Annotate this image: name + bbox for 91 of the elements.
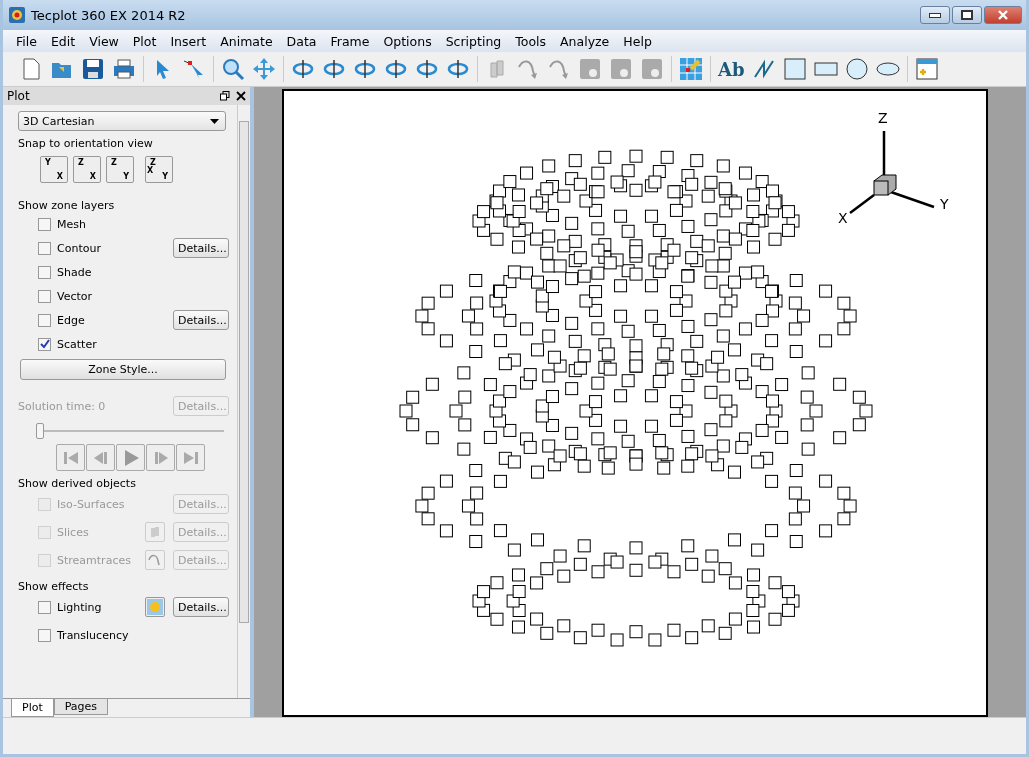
app-logo-icon	[9, 7, 25, 23]
checkbox[interactable]	[38, 265, 51, 279]
menu-item[interactable]: Scripting	[438, 33, 509, 49]
menu-item[interactable]: Insert	[163, 33, 214, 49]
move-icon[interactable]	[252, 57, 276, 81]
probe-icon[interactable]	[679, 57, 703, 81]
checkbox-label: Shade	[57, 265, 93, 279]
checkbox-label: Streamtraces	[57, 553, 132, 567]
menu-item[interactable]: View	[82, 33, 126, 49]
menu-item[interactable]: Plot	[125, 33, 164, 49]
rotate-icon[interactable]	[353, 57, 377, 81]
z-axis-label: Z	[878, 110, 888, 126]
caret-icon	[210, 118, 219, 124]
rotate-icon[interactable]	[291, 57, 315, 81]
solution-time-label: Solution time: 0	[18, 399, 107, 413]
checkbox-label: Contour	[57, 241, 102, 255]
close-icon	[997, 10, 1009, 20]
slice-icon-button[interactable]	[145, 522, 165, 542]
checkbox-label: Mesh	[57, 217, 87, 231]
square-icon[interactable]	[782, 57, 807, 81]
checkbox[interactable]	[38, 313, 51, 327]
orientation-view-button[interactable]: Y X	[40, 156, 68, 183]
curve-arrow-icon[interactable]	[547, 57, 571, 81]
play-button[interactable]	[116, 444, 145, 471]
curve-arrow-button[interactable]	[145, 550, 165, 570]
panel-tab[interactable]: Pages	[53, 699, 109, 715]
y-axis-label: Y	[940, 196, 949, 212]
checkbox-label: Vector	[57, 289, 94, 303]
last-frame-button[interactable]	[176, 444, 205, 471]
section-label: Snap to orientation view	[18, 137, 154, 150]
curve-arrow-icon[interactable]	[516, 57, 540, 81]
section-label: Show zone layers	[18, 199, 116, 212]
window-title: Tecplot 360 EX 2014 R2	[31, 7, 186, 23]
rotate-icon[interactable]	[446, 57, 470, 81]
section-label: Show derived objects	[18, 477, 137, 490]
print-icon[interactable]	[112, 57, 136, 81]
step-back-button[interactable]	[86, 444, 115, 471]
orientation-view-button[interactable]: Z X Y	[145, 156, 173, 183]
plot-type-dropdown[interactable]: 3D Cartesian	[18, 111, 226, 131]
first-frame-button[interactable]	[56, 444, 85, 471]
checkbox-label: Scatter	[57, 337, 98, 351]
rotate-icon[interactable]	[415, 57, 439, 81]
checkbox-label: Lighting	[57, 600, 103, 614]
menu-item[interactable]: Animate	[213, 33, 280, 49]
rotate-icon[interactable]	[384, 57, 408, 81]
minimize-button[interactable]	[920, 6, 950, 24]
skip-back-icon	[61, 449, 80, 466]
sun-icon-button[interactable]	[145, 597, 165, 617]
step-forward-button[interactable]	[146, 444, 175, 471]
menu-item[interactable]: Edit	[43, 33, 83, 49]
zone-style-button[interactable]: Zone Style...	[20, 359, 226, 380]
orientation-view-button[interactable]: Z X	[73, 156, 101, 183]
line-icon[interactable]	[751, 57, 776, 81]
checkbox-label: Slices	[57, 525, 90, 539]
menu-item[interactable]: Help	[616, 33, 659, 49]
panel-tab[interactable]: Plot	[11, 699, 54, 717]
save-icon[interactable]	[81, 57, 105, 81]
rotate-icon[interactable]	[322, 57, 346, 81]
skip-forward-icon	[181, 449, 200, 466]
checkbox[interactable]	[38, 289, 51, 303]
slice-icon	[148, 525, 162, 539]
orientation-view-button[interactable]: Z Y	[106, 156, 134, 183]
checkbox-label: Edge	[57, 313, 86, 327]
close-icon[interactable]	[236, 91, 246, 101]
checkbox-label: Iso-Surfaces	[57, 497, 126, 511]
undock-icon[interactable]	[220, 91, 230, 101]
checkbox[interactable]	[38, 337, 51, 351]
sun-icon	[147, 599, 163, 615]
checkbox[interactable]	[38, 628, 51, 642]
panel-title: Plot	[7, 89, 30, 103]
new-frame-icon[interactable]	[914, 57, 939, 81]
section-label: Show effects	[18, 580, 90, 593]
menu-item[interactable]: Data	[279, 33, 324, 49]
menu-item[interactable]: Frame	[323, 33, 377, 49]
close-button[interactable]	[984, 6, 1022, 24]
checkbox[interactable]	[38, 241, 51, 255]
maximize-button[interactable]	[952, 6, 982, 24]
details-button[interactable]: Details...	[173, 597, 229, 617]
zoom-icon[interactable]	[221, 57, 245, 81]
checkbox[interactable]	[38, 600, 51, 614]
details-button[interactable]: Details...	[173, 238, 229, 258]
menu-item[interactable]: Options	[376, 33, 439, 49]
x-axis-label: X	[838, 210, 848, 226]
checkbox-label: Translucency	[57, 628, 130, 642]
checkbox[interactable]	[38, 217, 51, 231]
menu-item[interactable]: Analyze	[553, 33, 617, 49]
circle-icon[interactable]	[844, 57, 869, 81]
menu-item[interactable]: File	[9, 33, 44, 49]
text-tool-button[interactable]: Ab	[718, 58, 745, 80]
details-button[interactable]: Details...	[173, 310, 229, 330]
menu-item[interactable]: Tools	[508, 33, 554, 49]
